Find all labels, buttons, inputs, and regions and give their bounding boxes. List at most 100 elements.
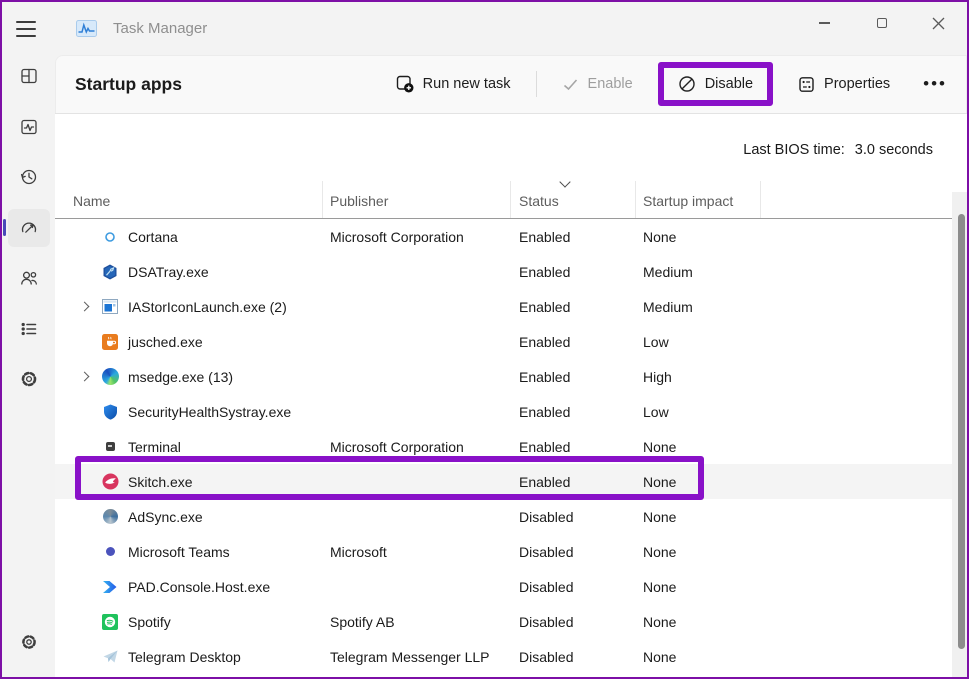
sidebar-item-processes[interactable] — [8, 57, 50, 95]
run-new-task-button[interactable]: Run new task — [388, 69, 519, 99]
properties-label: Properties — [824, 76, 890, 92]
table-row[interactable]: PAD.Console.Host.exe DisabledNone — [55, 569, 967, 604]
telegram-app-icon — [95, 650, 125, 663]
app-name: Terminal — [125, 439, 330, 455]
table-row[interactable]: Telegram DesktopTelegram Messenger LLPDi… — [55, 639, 967, 674]
app-name: AdSync.exe — [125, 509, 330, 525]
table-row[interactable]: Microsoft TeamsMicrosoftDisabledNone — [55, 534, 967, 569]
details-icon — [19, 319, 39, 339]
disable-highlight-annotation: Disable — [658, 62, 773, 106]
task-manager-logo-icon — [76, 20, 97, 37]
app-publisher: Microsoft Corporation — [330, 229, 510, 245]
spotify-app-icon — [95, 614, 125, 630]
app-name: PAD.Console.Host.exe — [125, 579, 330, 595]
sidebar-item-app-history[interactable] — [8, 158, 50, 196]
table-row[interactable]: IAStorIconLaunch.exe (2)EnabledMedium — [55, 289, 967, 324]
run-new-task-label: Run new task — [423, 76, 511, 92]
table-row[interactable]: jusched.exeEnabledLow — [55, 324, 967, 359]
teams-app-icon — [95, 547, 125, 556]
table-row[interactable]: TerminalMicrosoft CorporationEnabledNone — [55, 429, 967, 464]
column-separator — [322, 181, 323, 218]
close-button[interactable] — [910, 2, 967, 44]
app-startup-impact: None — [635, 579, 775, 595]
task-manager-window: Task Manager — [0, 0, 969, 679]
column-header-startup-impact[interactable]: Startup impact — [635, 193, 775, 218]
disable-prohibit-icon — [678, 75, 696, 93]
app-status: Enabled — [510, 299, 635, 315]
vertical-scrollbar[interactable] — [952, 192, 967, 679]
startup-apps-content: Last BIOS time: 3.0 seconds Name Publish… — [55, 113, 967, 679]
close-icon — [932, 17, 945, 30]
table-body: CortanaMicrosoft CorporationEnabledNoneD… — [55, 219, 967, 674]
more-options-button[interactable]: ••• — [915, 68, 955, 100]
column-header-name[interactable]: Name — [55, 193, 330, 218]
performance-icon — [19, 117, 39, 137]
table-row[interactable]: SecurityHealthSystray.exeEnabledLow — [55, 394, 967, 429]
services-icon — [19, 369, 39, 389]
table-row[interactable]: SpotifySpotify ABDisabledNone — [55, 604, 967, 639]
java-app-icon — [95, 334, 125, 350]
column-separator — [510, 181, 511, 218]
column-separator — [760, 181, 761, 218]
disable-label: Disable — [705, 76, 753, 92]
app-status: Enabled — [510, 404, 635, 420]
sidebar — [2, 55, 55, 679]
run-new-task-icon — [396, 75, 414, 93]
expand-chevron-right-icon[interactable] — [80, 372, 90, 382]
window-controls — [796, 2, 967, 44]
app-status: Enabled — [510, 264, 635, 280]
iastor-app-icon — [95, 299, 125, 314]
titlebar: Task Manager — [2, 2, 967, 55]
toolbar: Startup apps Run new task Enable — [55, 55, 967, 113]
sidebar-item-settings[interactable] — [8, 623, 50, 661]
app-startup-impact: None — [635, 614, 775, 630]
app-status: Enabled — [510, 369, 635, 385]
row-expander — [55, 373, 95, 380]
sidebar-item-startup-apps[interactable] — [8, 209, 50, 247]
column-header-status[interactable]: Status — [510, 193, 635, 218]
scrollbar-thumb[interactable] — [958, 214, 965, 649]
users-icon — [19, 268, 39, 288]
app-startup-impact: Low — [635, 404, 775, 420]
enable-label: Enable — [588, 76, 633, 92]
app-status: Disabled — [510, 544, 635, 560]
selected-accent-bar — [3, 219, 6, 236]
app-startup-impact: None — [635, 649, 775, 665]
sidebar-item-performance[interactable] — [8, 108, 50, 146]
sidebar-item-services[interactable] — [8, 360, 50, 398]
table-row[interactable]: DSATray.exeEnabledMedium — [55, 254, 967, 289]
bios-time-value: 3.0 seconds — [855, 142, 933, 158]
skitch-app-icon — [95, 473, 125, 490]
app-status: Enabled — [510, 439, 635, 455]
disable-button[interactable]: Disable — [670, 69, 761, 99]
minimize-icon — [819, 22, 830, 24]
sidebar-item-users[interactable] — [8, 259, 50, 297]
minimize-button[interactable] — [796, 2, 853, 44]
app-startup-impact: None — [635, 474, 775, 490]
app-startup-impact: None — [635, 509, 775, 525]
table-row[interactable]: Skitch.exeEnabledNone — [55, 464, 967, 499]
app-publisher: Microsoft — [330, 544, 510, 560]
menu-hamburger-icon[interactable] — [16, 14, 50, 44]
table-header: Name Publisher Status Startup impact — [55, 171, 967, 219]
properties-icon — [798, 76, 815, 93]
column-header-publisher[interactable]: Publisher — [330, 193, 510, 218]
table-row[interactable]: AdSync.exeDisabledNone — [55, 499, 967, 534]
app-history-icon — [19, 167, 39, 187]
app-name: Microsoft Teams — [125, 544, 330, 560]
maximize-button[interactable] — [853, 2, 910, 44]
bios-time-label: Last BIOS time: — [743, 142, 845, 158]
startup-apps-icon — [19, 218, 39, 238]
properties-button[interactable]: Properties — [790, 70, 898, 99]
enable-button[interactable]: Enable — [554, 70, 641, 99]
expand-chevron-right-icon[interactable] — [80, 302, 90, 312]
app-startup-impact: Low — [635, 334, 775, 350]
app-name: Skitch.exe — [125, 474, 330, 490]
security-shield-app-icon — [95, 404, 125, 420]
table-row[interactable]: CortanaMicrosoft CorporationEnabledNone — [55, 219, 967, 254]
table-row[interactable]: msedge.exe (13)EnabledHigh — [55, 359, 967, 394]
settings-gear-icon — [19, 632, 39, 652]
sidebar-item-details[interactable] — [8, 310, 50, 348]
app-status: Disabled — [510, 579, 635, 595]
app-startup-impact: Medium — [635, 299, 775, 315]
